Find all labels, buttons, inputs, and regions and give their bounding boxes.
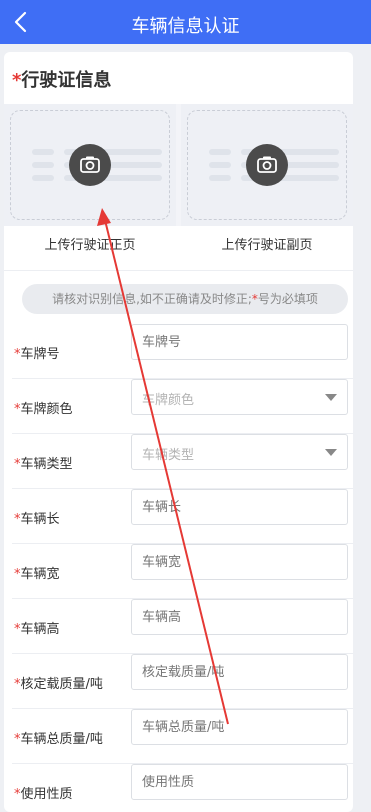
field-label: *车辆高	[14, 618, 60, 637]
upload-back-caption: 上传行驶证副页	[221, 238, 313, 253]
upload-back-slot[interactable]	[181, 104, 353, 226]
field-label-text: 车辆长	[20, 512, 60, 527]
verification-notice: 请核对识别信息,如不正确请及时修正;*号为必填项	[22, 284, 348, 314]
section-title: *行驶证信息	[12, 66, 111, 92]
top-bar: 车辆信息认证	[0, 0, 371, 44]
section-title-text: 行驶证信息	[21, 70, 112, 91]
plate-number-input[interactable]	[131, 324, 348, 360]
field-row-vehicle-width: *车辆宽	[12, 544, 353, 599]
field-row-vehicle-height: *车辆高	[12, 599, 353, 654]
field-label-text: 车牌颜色	[20, 402, 73, 417]
field-row-plate-number: *车牌号	[12, 324, 353, 379]
plate-color-select[interactable]: 车牌颜色	[131, 379, 348, 415]
field-label-text: 车辆宽	[20, 567, 60, 582]
required-mark: *	[12, 70, 22, 91]
gross-mass-input[interactable]	[131, 709, 348, 745]
camera-icon[interactable]	[69, 144, 111, 186]
dropdown-triangle-icon	[325, 449, 337, 456]
notice-text: 请核对识别信息,如不正确请及时修正;	[52, 292, 252, 306]
field-label-text: 车辆高	[20, 622, 60, 637]
field-row-vehicle-length: *车辆长	[12, 489, 353, 544]
camera-icon[interactable]	[246, 144, 288, 186]
field-label: *车辆宽	[14, 563, 60, 582]
field-label-text: 使用性质	[20, 787, 73, 802]
page-title: 车辆信息认证	[131, 16, 240, 37]
vehicle-width-input[interactable]	[131, 544, 348, 580]
field-label: *核定载质量/吨	[14, 673, 103, 692]
rated-load-input[interactable]	[131, 654, 348, 690]
field-label: *车牌颜色	[14, 398, 73, 417]
field-row-plate-color: *车牌颜色 车牌颜色	[12, 379, 353, 434]
field-row-rated-load: *核定载质量/吨	[12, 654, 353, 709]
usage-nature-input[interactable]	[131, 764, 348, 800]
field-label: *车牌号	[14, 343, 60, 362]
field-label: *车辆类型	[14, 453, 73, 472]
field-row-vehicle-type: *车辆类型 车辆类型	[12, 434, 353, 489]
field-label-text: 车辆类型	[20, 457, 73, 472]
field-label-text: 车牌号	[20, 347, 60, 362]
vehicle-form-card: *行驶证信息 上传行驶证正页 上传行驶证副页 请核对识别信息,如不正确请及时修正…	[4, 52, 353, 812]
vehicle-height-input[interactable]	[131, 599, 348, 635]
license-photo-area	[4, 104, 353, 226]
upload-front-slot[interactable]	[4, 104, 176, 226]
field-label: *车辆长	[14, 508, 60, 527]
dropdown-triangle-icon	[325, 394, 337, 401]
field-label: *车辆总质量/吨	[14, 728, 103, 747]
vehicle-type-select[interactable]: 车辆类型	[131, 434, 348, 470]
field-label-text: 核定载质量/吨	[20, 677, 103, 692]
select-placeholder: 车辆类型	[142, 448, 195, 463]
field-label-text: 车辆总质量/吨	[20, 732, 103, 747]
divider	[4, 270, 353, 271]
vehicle-length-input[interactable]	[131, 489, 348, 525]
notice-text-end: 号为必填项	[257, 292, 318, 306]
upload-front-caption: 上传行驶证正页	[44, 238, 136, 253]
field-row-gross-mass: *车辆总质量/吨	[12, 709, 353, 764]
select-placeholder: 车牌颜色	[142, 393, 195, 408]
field-row-usage-nature: *使用性质	[12, 764, 353, 812]
